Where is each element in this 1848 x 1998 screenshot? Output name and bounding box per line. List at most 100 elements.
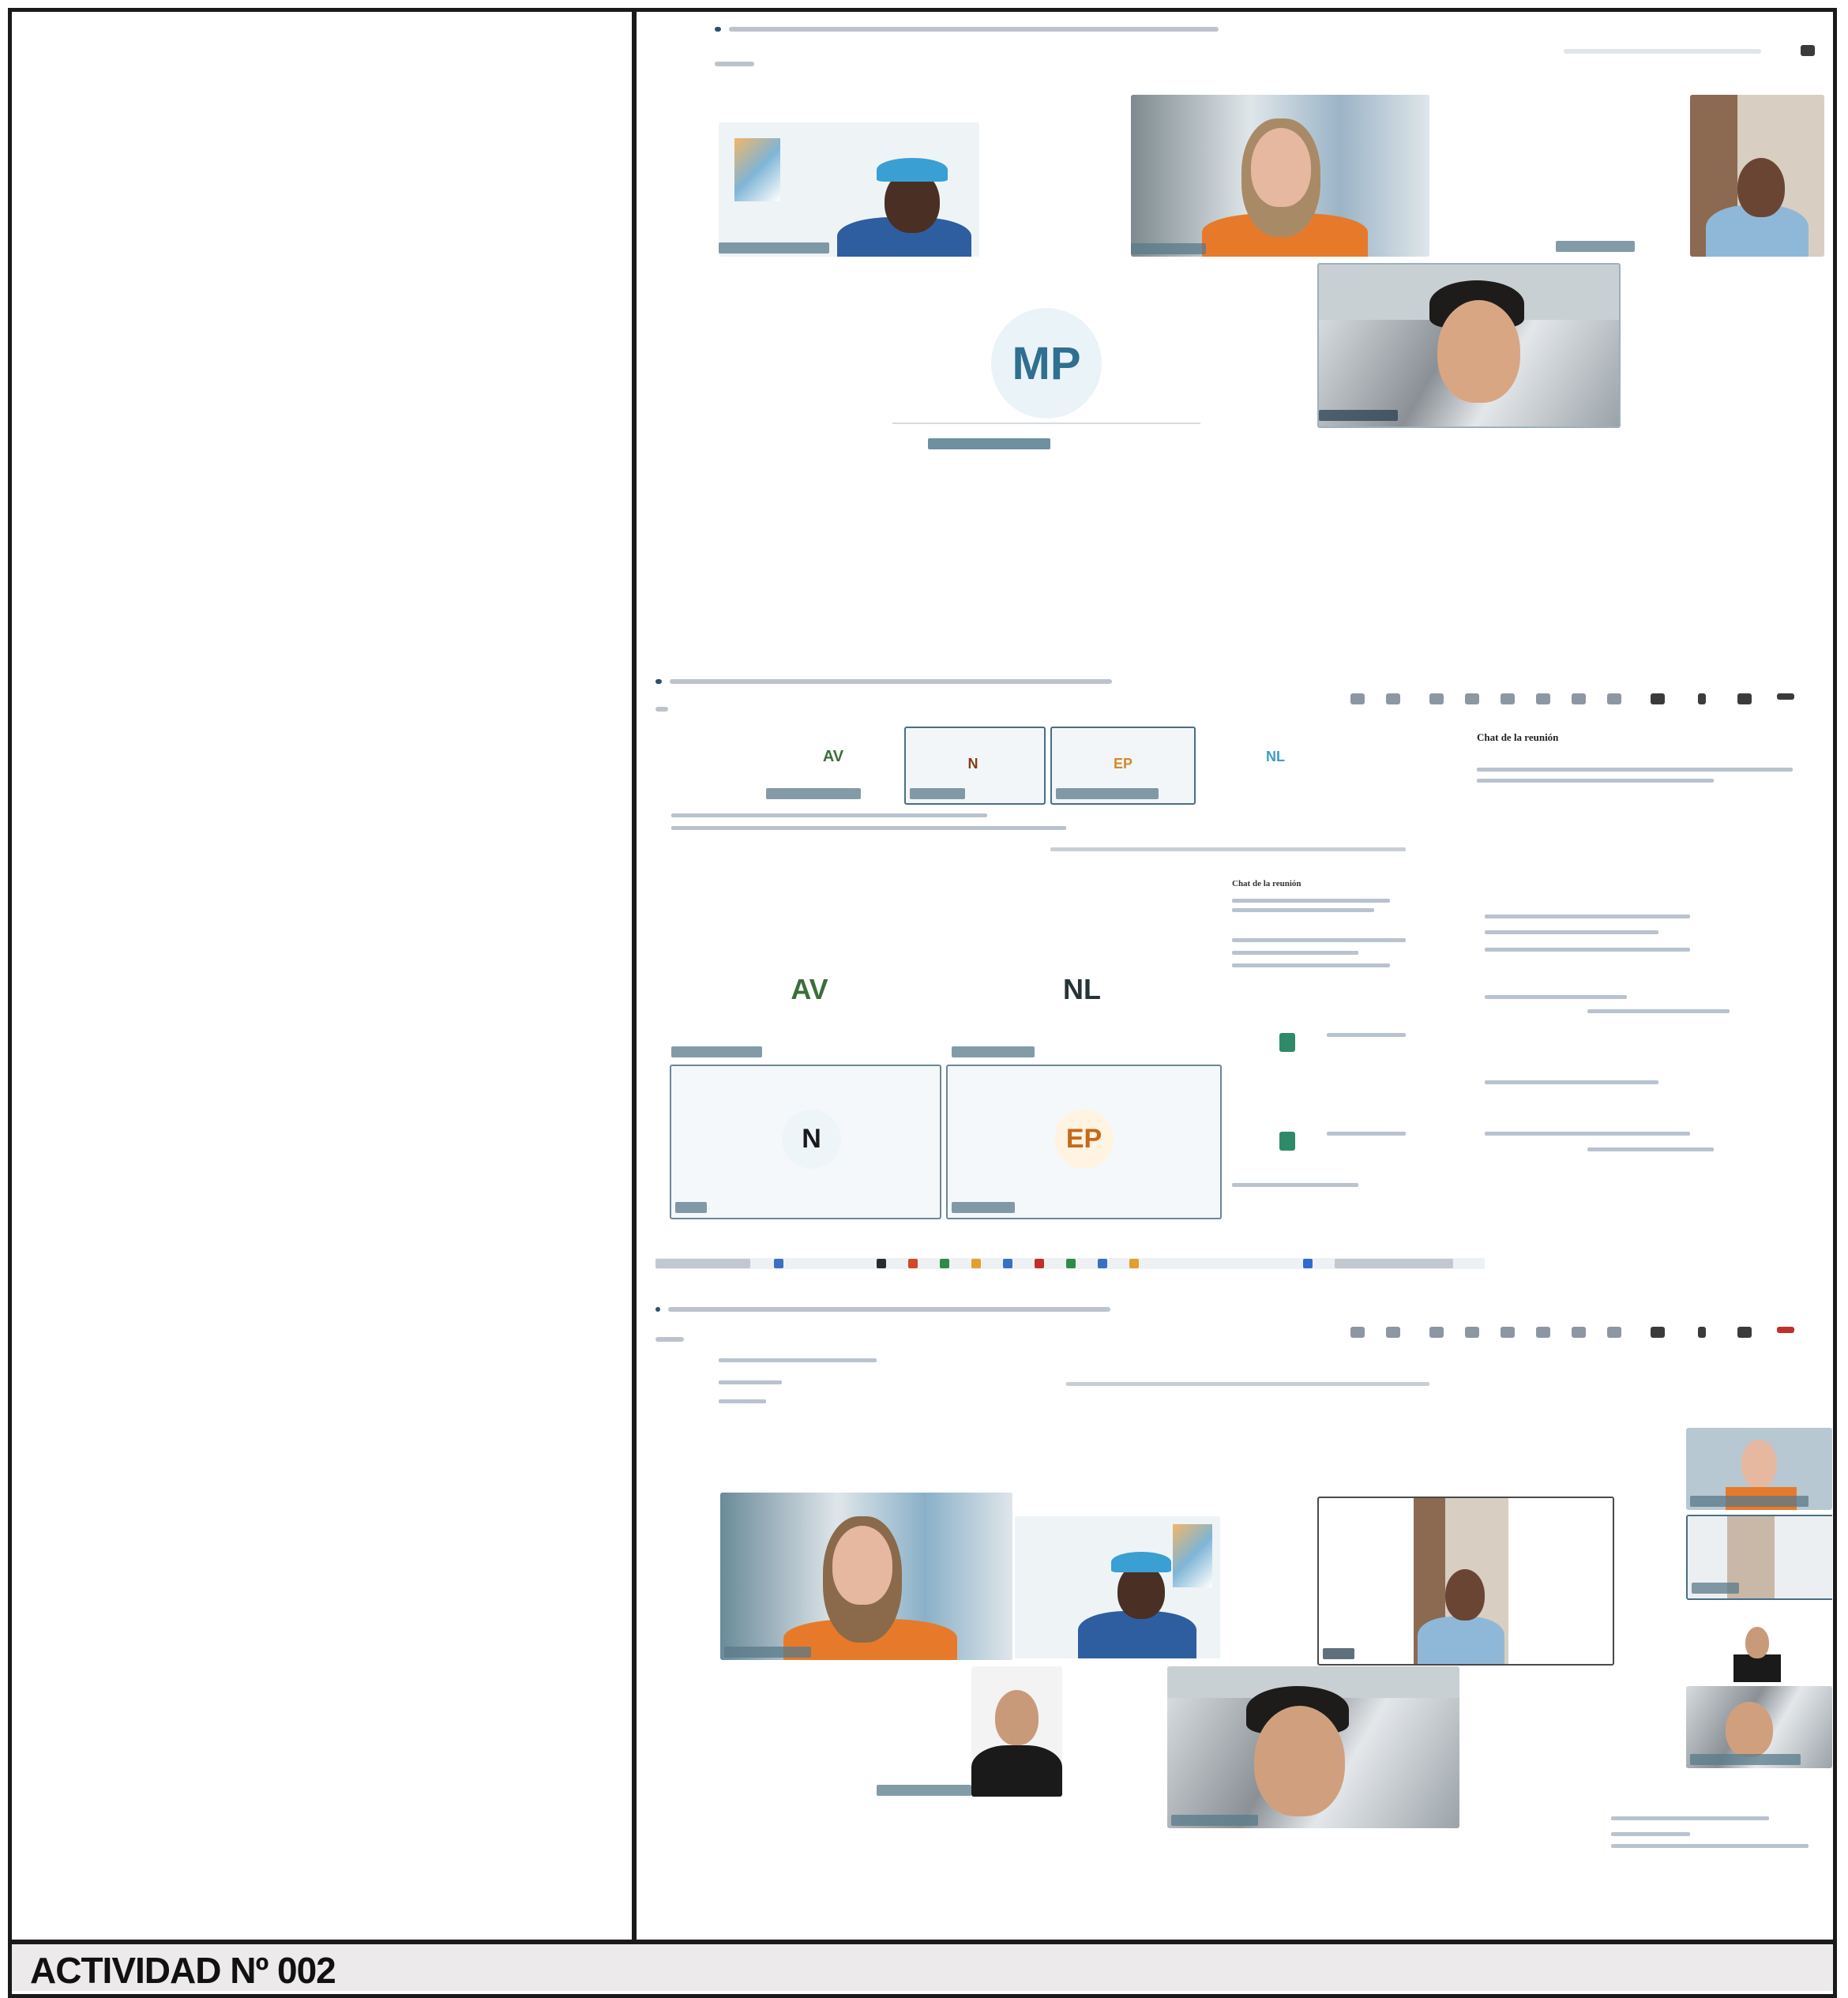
participant-name-tag (1690, 1496, 1809, 1507)
app-icon[interactable] (877, 1259, 886, 1268)
windows-taskbar (655, 1258, 1485, 1269)
participant-thumb-2[interactable] (1686, 1515, 1832, 1600)
chat-line (719, 1399, 766, 1403)
participant-tile-2[interactable] (1131, 95, 1429, 257)
nested-toolbar (1066, 1382, 1429, 1386)
view-icon[interactable] (1350, 693, 1365, 704)
avatar-nl-small[interactable]: NL (1256, 745, 1295, 768)
app-icon[interactable] (774, 1259, 783, 1268)
participant-name-tag (719, 242, 829, 254)
reactions-icon[interactable] (1536, 693, 1550, 704)
more-icon[interactable] (1607, 1327, 1621, 1338)
avatar-ep: EP (1054, 1110, 1114, 1169)
apps-icon[interactable] (1572, 1327, 1586, 1338)
mic-icon[interactable] (1698, 1327, 1706, 1338)
app-icon[interactable] (1098, 1259, 1107, 1268)
participant-name-tag (1171, 1815, 1258, 1826)
chat-line (719, 1358, 877, 1362)
app-icon[interactable] (908, 1259, 918, 1268)
back-icon[interactable] (655, 1331, 687, 1342)
avatar-av[interactable]: AV (778, 958, 841, 1021)
chat-line (1327, 1033, 1406, 1037)
participant-name-tag (1692, 1583, 1739, 1594)
avatar-initials: MP (1012, 337, 1081, 389)
back-icon[interactable] (655, 701, 671, 712)
share-icon[interactable] (1737, 1327, 1752, 1338)
avatar-av-small[interactable]: AV (809, 745, 857, 768)
participant-tile-n[interactable]: N (670, 1065, 941, 1219)
participant-tile-3[interactable] (1690, 95, 1824, 257)
camera-icon[interactable] (1651, 693, 1665, 704)
face (1737, 158, 1785, 217)
people-icon[interactable] (1465, 1327, 1479, 1338)
people-icon[interactable] (1465, 693, 1479, 704)
participant-name-tag (910, 788, 965, 799)
file-icon (1279, 1132, 1295, 1151)
chat-line (1611, 1832, 1690, 1836)
participant-tile-n-small[interactable]: N (904, 727, 1046, 805)
app-icon[interactable] (1035, 1259, 1044, 1268)
mic-icon[interactable] (1698, 693, 1706, 704)
avatar-nl[interactable]: NL (1050, 958, 1114, 1021)
search-box[interactable] (655, 1259, 750, 1268)
participant-tile-woman-right[interactable] (1317, 1497, 1614, 1666)
avatar-n: N (782, 1110, 841, 1169)
app-icon[interactable] (1303, 1259, 1313, 1268)
chat-line (1485, 1080, 1658, 1084)
avatar-ep-small: EP (1107, 752, 1139, 776)
app-icon[interactable] (1066, 1259, 1076, 1268)
participant-tile-man-marble[interactable] (1167, 1666, 1459, 1828)
poster-image (734, 138, 780, 201)
app-icon[interactable] (971, 1259, 981, 1268)
chat-icon[interactable] (1429, 693, 1444, 704)
chat-icon[interactable] (1429, 1327, 1444, 1338)
app-icon[interactable] (1003, 1259, 1012, 1268)
participant-thumb-3[interactable] (1690, 1603, 1828, 1682)
participant-name-tag (877, 1785, 971, 1796)
leave-icon[interactable] (1777, 1327, 1794, 1333)
participant-tile-man-dark[interactable] (971, 1666, 1062, 1797)
participant-name-tag (671, 1046, 762, 1057)
layout-icon[interactable] (1386, 1327, 1400, 1338)
participant-name-tag (675, 1202, 707, 1213)
meeting-header (655, 1301, 1129, 1312)
participant-thumb-4[interactable] (1686, 1686, 1832, 1768)
chat-line (1232, 1183, 1358, 1187)
reactions-icon[interactable] (1536, 1327, 1550, 1338)
participant-tile-4[interactable] (1317, 263, 1621, 428)
participant-name-tag (952, 1202, 1015, 1213)
face (995, 1690, 1039, 1745)
nested-popup (719, 1358, 956, 1422)
share-icon[interactable] (1737, 693, 1752, 704)
nested-toolbar (1050, 847, 1406, 851)
raise-hand-icon[interactable] (1501, 1327, 1515, 1338)
avatar-mp[interactable]: MP (991, 308, 1102, 419)
participant-name-tag (1323, 1648, 1354, 1659)
meeting-screenshot-2: AV N EP NL Chat de la reunión Chat de la… (640, 670, 1832, 1270)
raise-hand-icon[interactable] (1501, 693, 1515, 704)
participant-tile-woman-orange[interactable] (720, 1493, 1012, 1660)
participant-tile-ep-small[interactable]: EP (1050, 727, 1196, 805)
column-divider (632, 8, 637, 1944)
avatar-n-small: N (961, 752, 985, 776)
layout-icon[interactable] (1386, 693, 1400, 704)
app-icon[interactable] (1129, 1259, 1139, 1268)
participant-tile-woman-cap[interactable] (1015, 1516, 1220, 1658)
participant-tile-1[interactable] (719, 122, 979, 257)
more-icon[interactable] (1607, 693, 1621, 704)
apps-icon[interactable] (1572, 693, 1586, 704)
chat-line (1232, 963, 1390, 967)
camera-icon[interactable] (1651, 1327, 1665, 1338)
participant-name-tag (1131, 243, 1206, 254)
chat-line (1327, 1132, 1406, 1136)
leave-icon[interactable] (1777, 693, 1794, 700)
camera-icon[interactable] (1801, 45, 1815, 56)
app-icon[interactable] (940, 1259, 949, 1268)
left-empty-cell (12, 12, 632, 1940)
header-toolbar (1564, 43, 1824, 59)
participant-thumb-1[interactable] (1686, 1428, 1832, 1510)
face (832, 1526, 892, 1605)
view-icon[interactable] (1350, 1327, 1365, 1338)
participant-tile-ep[interactable]: EP (946, 1065, 1222, 1219)
chat-line (1232, 899, 1390, 903)
